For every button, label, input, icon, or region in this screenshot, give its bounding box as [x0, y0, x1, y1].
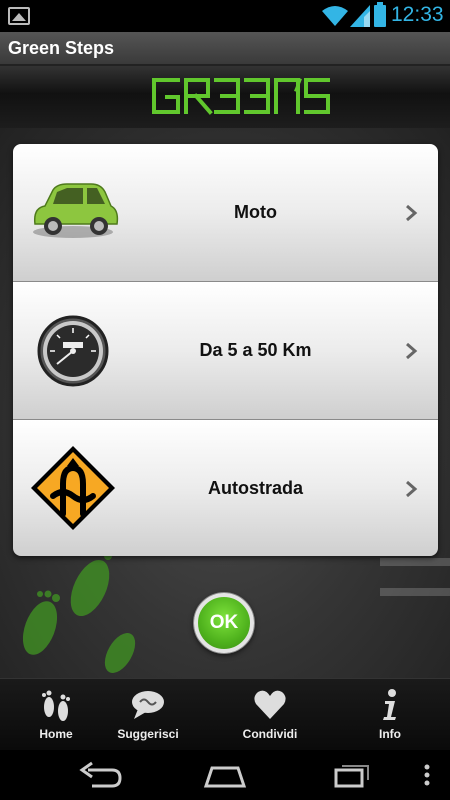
tab-label: Suggerisci	[117, 727, 179, 741]
navigation-bar	[0, 750, 450, 800]
greens-logo	[152, 78, 330, 115]
chevron-right-icon	[406, 480, 418, 498]
status-bar: 12:33	[0, 0, 450, 32]
ok-button[interactable]: OK	[194, 593, 254, 653]
tab-suggerisci[interactable]: Suggerisci	[92, 679, 204, 751]
logo-header	[0, 66, 450, 128]
tab-label: Info	[379, 727, 401, 741]
ok-button-label: OK	[209, 612, 239, 633]
option-label: Da 5 a 50 Km	[199, 340, 312, 360]
option-list: Moto Da 5 a 50 Km Autostrada	[13, 144, 438, 556]
speech-bubble-icon	[132, 691, 164, 719]
overflow-menu-icon[interactable]	[420, 760, 434, 790]
chevron-right-icon	[406, 342, 418, 360]
footprints-icon	[42, 690, 70, 721]
bottom-tab-bar: Home Suggerisci Condividi Info	[0, 678, 450, 750]
option-label: Moto	[234, 202, 277, 222]
tab-info[interactable]: Info	[334, 679, 446, 751]
option-label: Autostrada	[207, 478, 303, 498]
battery-icon	[374, 2, 386, 27]
status-clock: 12:33	[391, 3, 444, 26]
recent-apps-icon[interactable]	[328, 760, 374, 790]
info-icon	[383, 689, 396, 720]
heart-icon	[254, 690, 286, 719]
home-nav-icon[interactable]	[202, 760, 248, 790]
back-icon[interactable]	[78, 760, 124, 790]
chevron-right-icon	[406, 204, 418, 222]
option-row-vehicle[interactable]: Moto	[13, 144, 438, 282]
road-stripe	[380, 558, 450, 566]
speedometer-icon	[37, 315, 109, 387]
car-icon	[33, 183, 119, 238]
option-row-distance[interactable]: Da 5 a 50 Km	[13, 282, 438, 420]
gallery-notification-icon	[8, 7, 30, 25]
option-row-road-type[interactable]: Autostrada	[13, 420, 438, 556]
road-stripe	[380, 588, 450, 596]
road-sign-icon	[31, 446, 115, 530]
app-title: Green Steps	[8, 38, 115, 58]
tab-condividi[interactable]: Condividi	[214, 679, 326, 751]
action-bar: Green Steps	[0, 32, 450, 66]
tab-label: Condividi	[242, 727, 298, 741]
wifi-icon	[322, 6, 348, 26]
green-footprints-art	[22, 548, 136, 673]
signal-icon	[350, 5, 370, 27]
